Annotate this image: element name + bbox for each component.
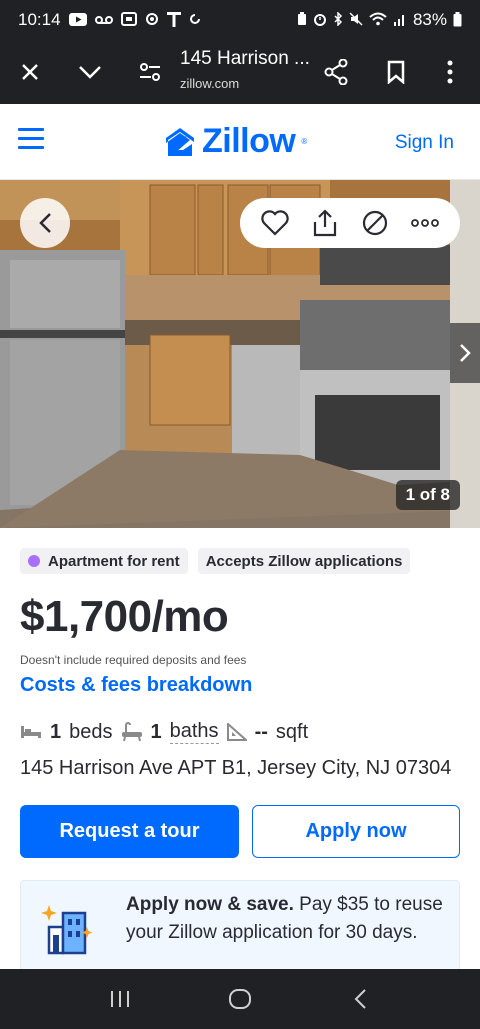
sync-icon <box>189 13 201 27</box>
back-nav-icon[interactable] <box>335 979 385 1019</box>
sqft-label: sqft <box>275 720 309 743</box>
next-photo-button[interactable] <box>450 323 480 383</box>
area-ruler-icon <box>226 723 247 741</box>
chevron-left-icon <box>39 213 51 233</box>
apply-promo-card: Apply now & save. Pay $35 to reuse your … <box>20 880 460 972</box>
sim-icon <box>120 12 137 28</box>
zillow-logo[interactable]: Zillow ® <box>164 122 307 161</box>
back-button[interactable] <box>20 198 70 248</box>
beds-label: beds <box>69 720 113 743</box>
chevron-down-icon[interactable] <box>70 52 110 92</box>
status-right: 83% <box>297 10 462 30</box>
bed-icon <box>21 726 41 738</box>
listing-actions <box>240 198 460 248</box>
more-horizontal-icon <box>411 219 439 227</box>
logo-text: Zillow <box>202 122 296 160</box>
zillow-logo-mark-icon <box>166 127 194 156</box>
chevron-right-icon <box>460 344 471 362</box>
costs-fees-link[interactable]: Costs & fees breakdown <box>20 674 252 697</box>
browser-toolbar: 145 Harrison ... zillow.com <box>0 40 480 104</box>
sqft-value: -- <box>254 720 268 743</box>
browser-url[interactable]: zillow.com <box>180 76 239 91</box>
system-nav-bar <box>0 969 480 1029</box>
heart-icon <box>261 210 289 236</box>
home-icon[interactable] <box>215 979 265 1019</box>
building-sparkle-icon <box>41 905 93 955</box>
voicemail-icon <box>94 14 113 27</box>
photo-counter: 1 of 8 <box>395 480 460 510</box>
registered-mark-icon: ® <box>301 137 308 146</box>
applications-badge: Accepts Zillow applications <box>197 548 411 574</box>
baths-label: baths <box>169 720 219 744</box>
battery-percent: 83% <box>412 10 447 29</box>
bluetooth-icon <box>333 11 343 28</box>
bath-icon <box>121 722 142 742</box>
baths-fact[interactable]: 1 baths <box>121 720 219 744</box>
fees-note: Doesn't include required deposits and fe… <box>20 653 247 667</box>
listing-address: 145 Harrison Ave APT B1, Jersey City, NJ… <box>20 757 452 779</box>
baths-value: 1 <box>150 720 162 743</box>
status-left: 10:14 <box>18 10 201 30</box>
apply-now-button[interactable]: Apply now <box>252 805 460 858</box>
status-time: 10:14 <box>18 10 61 29</box>
listing-facts: 1 beds 1 baths -- sqft <box>20 720 316 744</box>
listing-photo[interactable]: 1 of 8 <box>0 180 480 528</box>
youtube-icon <box>68 12 87 28</box>
browser-page-title[interactable]: 145 Harrison ... <box>180 48 310 70</box>
hide-button[interactable] <box>358 206 392 240</box>
save-heart-button[interactable] <box>258 206 292 240</box>
beds-value: 1 <box>50 720 62 743</box>
settings-icon <box>145 12 159 28</box>
hide-block-icon <box>362 210 388 236</box>
menu-icon[interactable] <box>18 128 44 150</box>
site-header: Zillow ® Sign In <box>0 104 480 180</box>
status-bar: 10:14 83% <box>0 0 480 40</box>
tmobile-icon <box>166 11 181 29</box>
bookmark-icon[interactable] <box>376 52 416 92</box>
recent-apps-icon[interactable] <box>95 979 145 1019</box>
share-button[interactable] <box>308 206 342 240</box>
alarm-icon <box>313 12 327 28</box>
promo-text: Apply now & save. Pay $35 to reuse your … <box>126 891 446 947</box>
sqft-fact: -- sqft <box>226 720 309 744</box>
applications-badge-label: Accepts Zillow applications <box>205 552 403 570</box>
beds-fact: 1 beds <box>20 721 113 744</box>
battery-saver-icon <box>297 12 307 28</box>
listing-price: $1,700/mo <box>20 592 229 641</box>
battery-icon <box>453 11 462 29</box>
promo-headline: Apply now & save. <box>126 894 294 915</box>
status-badge: Apartment for rent <box>20 548 188 574</box>
share-icon[interactable] <box>316 52 356 92</box>
share-upload-icon <box>313 209 337 237</box>
wifi-icon <box>369 12 387 28</box>
more-vertical-icon[interactable] <box>430 52 470 92</box>
status-dot-icon <box>28 555 40 567</box>
page-info-icon[interactable] <box>130 52 170 92</box>
sign-in-link[interactable]: Sign In <box>395 132 454 154</box>
more-options-button[interactable] <box>408 206 442 240</box>
status-badge-label: Apartment for rent <box>48 552 180 570</box>
signal-icon <box>393 12 407 28</box>
close-icon[interactable] <box>10 52 50 92</box>
listing-badges: Apartment for rent Accepts Zillow applic… <box>20 548 411 574</box>
mute-icon <box>349 12 363 28</box>
request-tour-button[interactable]: Request a tour <box>20 805 239 858</box>
